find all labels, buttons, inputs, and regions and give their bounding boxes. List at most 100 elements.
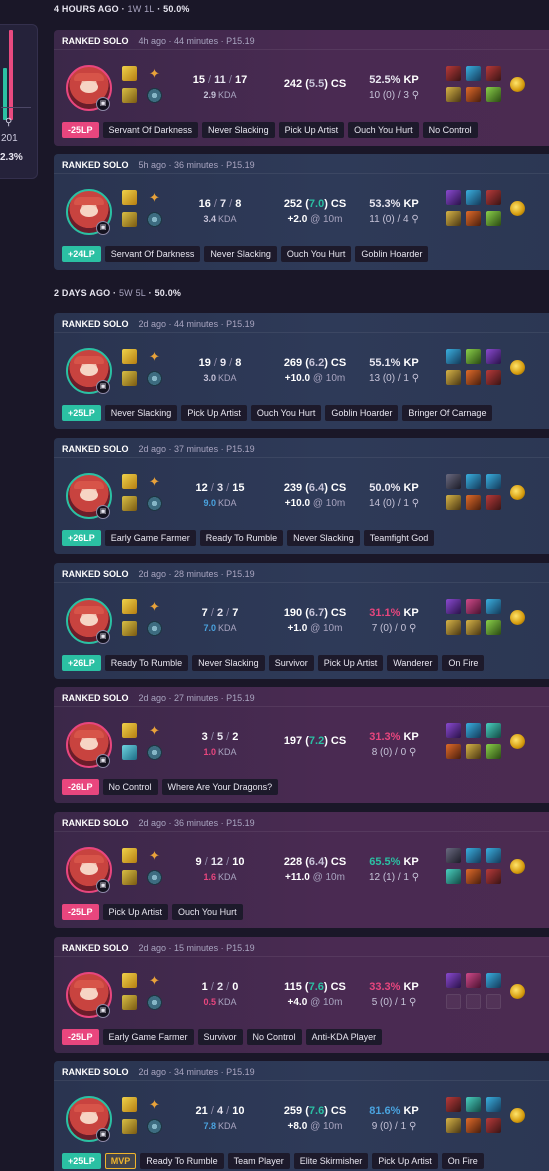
item-icon[interactable] [446,370,461,385]
item-icon[interactable] [486,973,501,988]
performance-tag[interactable]: No Control [422,122,478,138]
match-card[interactable]: RANKED SOLO 4h ago · 44 minutes · P15.19 ▣… [54,30,549,146]
performance-tag[interactable]: Pick Up Artist [317,655,384,671]
match-card[interactable]: RANKED SOLO 2d ago · 36 minutes · P15.19 ▣… [54,812,549,928]
item-icon[interactable] [486,848,501,863]
item-icon[interactable] [466,620,481,635]
item-icon[interactable] [446,869,461,884]
item-icon[interactable] [446,87,461,102]
performance-tag[interactable]: Bringer Of Carnage [402,405,493,421]
item-icon[interactable] [466,349,481,364]
performance-tag[interactable]: Ready To Rumble [199,530,284,546]
item-icon[interactable] [486,869,501,884]
performance-tag[interactable]: Never Slacking [287,530,360,546]
match-card[interactable]: RANKED SOLO 2d ago · 37 minutes · P15.19 ▣… [54,438,549,554]
match-card[interactable]: RANKED SOLO 5h ago · 36 minutes · P15.19 ▣… [54,154,549,270]
item-icon[interactable] [466,66,481,81]
performance-tag[interactable]: Pick Up Artist [181,405,247,421]
item-icon[interactable] [486,349,501,364]
item-icon[interactable] [486,744,501,759]
performance-tag[interactable]: Servant Of Darkness [102,122,199,138]
performance-tag[interactable]: Never Slacking [204,246,277,262]
item-icon[interactable] [486,211,501,226]
item-icon[interactable] [466,1097,481,1112]
item-icon[interactable] [466,723,481,738]
match-card[interactable]: RANKED SOLO 2d ago · 15 minutes · P15.19 ▣… [54,937,549,1053]
item-icon[interactable] [466,495,481,510]
performance-tag[interactable]: Early Game Farmer [104,530,196,546]
trinket-icon[interactable] [510,360,525,375]
item-icon[interactable] [486,66,501,81]
item-icon[interactable] [486,599,501,614]
performance-tag[interactable]: No Control [102,779,158,795]
performance-tag[interactable]: Where Are Your Dragons? [161,779,279,795]
performance-tag[interactable]: On Fire [442,655,485,671]
item-icon[interactable] [486,1118,501,1133]
item-icon[interactable] [446,848,461,863]
item-icon[interactable] [466,474,481,489]
match-card[interactable]: RANKED SOLO 2d ago · 27 minutes · P15.19 ▣… [54,687,549,803]
item-icon[interactable] [486,620,501,635]
item-icon[interactable] [446,744,461,759]
performance-tag[interactable]: Never Slacking [104,405,178,421]
performance-tag[interactable]: Pick Up Artist [278,122,345,138]
performance-tag[interactable]: Goblin Hoarder [355,246,429,262]
item-icon[interactable] [446,190,461,205]
match-card[interactable]: RANKED SOLO 2d ago · 28 minutes · P15.19 ▣… [54,563,549,679]
item-icon[interactable] [446,495,461,510]
trinket-icon[interactable] [510,984,525,999]
item-icon[interactable] [446,474,461,489]
item-icon[interactable] [446,1097,461,1112]
trinket-icon[interactable] [510,610,525,625]
performance-tag[interactable]: Goblin Hoarder [325,405,399,421]
item-icon[interactable] [446,66,461,81]
item-icon[interactable] [446,599,461,614]
empty-item-slot[interactable] [466,994,481,1009]
match-card[interactable]: RANKED SOLO 2d ago · 44 minutes · P15.19 ▣… [54,313,549,429]
performance-tag[interactable]: Ouch You Hurt [250,405,322,421]
performance-tag[interactable]: On Fire [441,1153,484,1169]
item-icon[interactable] [466,370,481,385]
item-icon[interactable] [466,973,481,988]
trinket-icon[interactable] [510,77,525,92]
item-icon[interactable] [486,1097,501,1112]
performance-tag[interactable]: Pick Up Artist [102,904,169,920]
performance-tag[interactable]: Elite Skirmisher [293,1153,369,1169]
performance-tag[interactable]: Team Player [227,1153,290,1169]
performance-tag[interactable]: Survivor [268,655,314,671]
item-icon[interactable] [466,744,481,759]
item-icon[interactable] [466,599,481,614]
performance-tag[interactable]: Never Slacking [202,122,275,138]
performance-tag[interactable]: Servant Of Darkness [104,246,201,262]
performance-tag[interactable]: No Control [246,1029,302,1045]
performance-tag[interactable]: Pick Up Artist [372,1153,438,1169]
trinket-icon[interactable] [510,485,525,500]
performance-tag[interactable]: Anti-KDA Player [305,1029,383,1045]
performance-tag[interactable]: Teamfight God [363,530,435,546]
trinket-icon[interactable] [510,859,525,874]
trinket-icon[interactable] [510,734,525,749]
item-icon[interactable] [446,1118,461,1133]
item-icon[interactable] [466,211,481,226]
item-icon[interactable] [466,869,481,884]
item-icon[interactable] [486,495,501,510]
performance-tag[interactable]: Ouch You Hurt [172,904,243,920]
performance-tag[interactable]: Wanderer [387,655,439,671]
item-icon[interactable] [466,87,481,102]
performance-tag[interactable]: Ready To Rumble [104,655,189,671]
item-icon[interactable] [466,190,481,205]
performance-tag[interactable]: Ouch You Hurt [280,246,352,262]
item-icon[interactable] [446,723,461,738]
empty-item-slot[interactable] [446,994,461,1009]
item-icon[interactable] [466,1118,481,1133]
performance-tag[interactable]: Never Slacking [192,655,265,671]
performance-tag[interactable]: Survivor [197,1029,243,1045]
trinket-icon[interactable] [510,1108,525,1123]
performance-tag[interactable]: Ouch You Hurt [348,122,419,138]
performance-tag[interactable]: Ready To Rumble [140,1153,224,1169]
trinket-icon[interactable] [510,201,525,216]
item-icon[interactable] [486,723,501,738]
item-icon[interactable] [446,349,461,364]
item-icon[interactable] [446,620,461,635]
item-icon[interactable] [486,190,501,205]
